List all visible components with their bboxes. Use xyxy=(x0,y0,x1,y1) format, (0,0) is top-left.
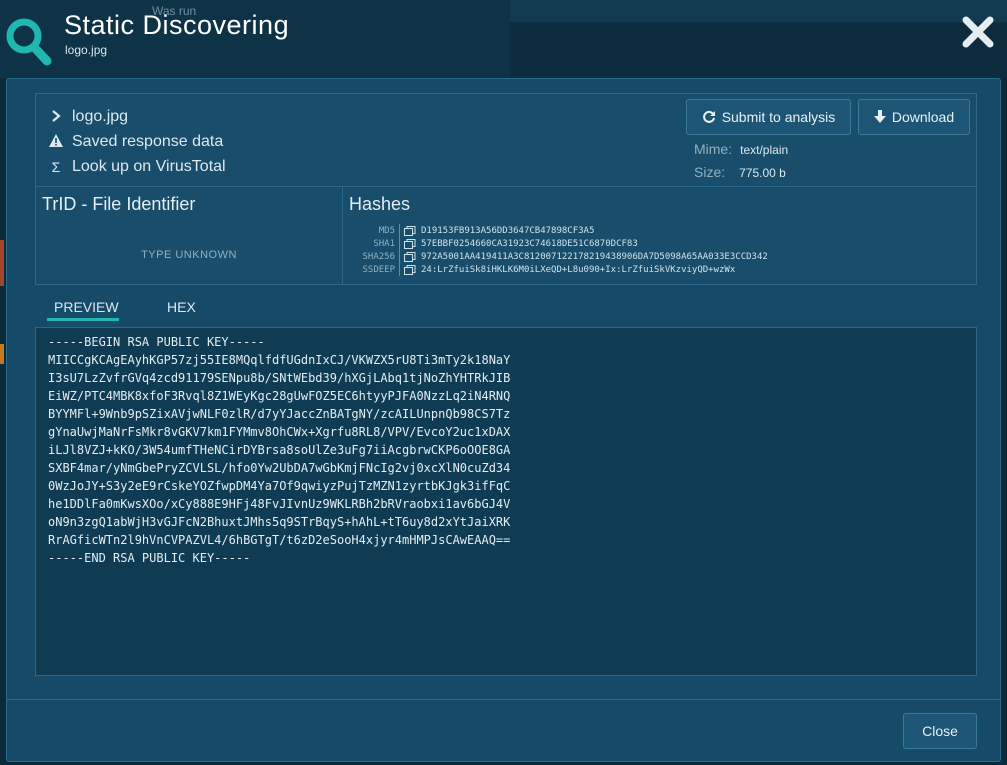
hashes-panel: Hashes MD5 D19153FB913A56DD3647CB47898CF… xyxy=(342,186,977,285)
close-button[interactable]: Close xyxy=(903,713,977,749)
saved-response-row[interactable]: Saved response data xyxy=(48,133,223,151)
hash-divider xyxy=(399,224,400,237)
copy-icon[interactable] xyxy=(404,225,416,236)
submit-to-analysis-label: Submit to analysis xyxy=(721,109,836,125)
hash-key: SHA256 xyxy=(362,251,395,262)
hash-key: SHA1 xyxy=(373,238,395,249)
sigma-icon: Σ xyxy=(51,159,61,175)
hashes-title: Hashes xyxy=(349,194,411,214)
active-tab-indicator xyxy=(47,318,119,321)
hash-row-md5: MD5 D19153FB913A56DD3647CB47898CF3A5 xyxy=(343,224,976,237)
filename-row[interactable]: logo.jpg xyxy=(48,108,128,126)
hash-key: MD5 xyxy=(378,225,395,236)
copy-icon[interactable] xyxy=(404,238,416,249)
virustotal-link[interactable]: Σ Look up on VirusTotal xyxy=(48,158,226,176)
close-icon[interactable] xyxy=(960,14,996,50)
file-info-panel: logo.jpg Saved response data Σ Look up o… xyxy=(35,93,977,187)
hash-key: SSDEEP xyxy=(362,264,395,275)
mime-info: Mime: text/plain xyxy=(694,141,788,157)
modal-dialog: logo.jpg Saved response data Σ Look up o… xyxy=(6,78,1001,762)
background-sliver xyxy=(0,240,4,286)
hash-value: 57EBBF0254660CA31923C74618DE51C6870DCF83 xyxy=(421,238,638,249)
hash-value: 972A5001AA419411A3C812007122178219438906… xyxy=(421,251,768,262)
hash-divider xyxy=(399,237,400,250)
modal-title: Static Discovering xyxy=(64,10,290,40)
modal-subtitle: logo.jpg xyxy=(65,43,108,57)
download-button[interactable]: Download xyxy=(858,99,970,135)
copy-icon[interactable] xyxy=(404,264,416,275)
trid-panel: TrID - File Identifier TYPE UNKNOWN xyxy=(35,186,343,285)
hash-divider xyxy=(399,263,400,276)
mime-label: Mime: xyxy=(694,141,733,157)
hash-row-ssdeep: SSDEEP 24:LrZfuiSk8iHKLK6M0iLXeQD+L8u090… xyxy=(343,263,976,276)
trid-result: TYPE UNKNOWN xyxy=(141,249,237,261)
file-preview-content[interactable]: -----BEGIN RSA PUBLIC KEY----- MIICCgKCA… xyxy=(35,327,977,676)
hash-value: D19153FB913A56DD3647CB47898CF3A5 xyxy=(421,225,595,236)
size-label: Size: xyxy=(694,164,726,180)
hash-list: MD5 D19153FB913A56DD3647CB47898CF3A5 SHA… xyxy=(343,224,976,276)
warning-icon xyxy=(48,134,64,150)
modal-header: Static Discovering logo.jpg xyxy=(0,0,1007,78)
tab-preview[interactable]: PREVIEW xyxy=(54,299,119,315)
search-icon xyxy=(6,18,52,66)
size-value: 775.00 b xyxy=(739,166,786,180)
footer-divider xyxy=(7,699,1000,700)
mime-value: text/plain xyxy=(740,143,789,157)
virustotal-label: Look up on VirusTotal xyxy=(72,158,226,175)
download-arrow-icon xyxy=(873,110,886,123)
submit-to-analysis-button[interactable]: Submit to analysis xyxy=(686,99,851,135)
download-label: Download xyxy=(891,109,955,125)
hash-row-sha256: SHA256 972A5001AA419411A3C81200712217821… xyxy=(343,250,976,263)
saved-response-label: Saved response data xyxy=(72,133,224,150)
refresh-icon xyxy=(702,110,715,123)
size-info: Size: 775.00 b xyxy=(694,164,786,180)
trid-title: TrID - File Identifier xyxy=(42,194,196,214)
chevron-right-icon xyxy=(48,109,64,125)
hash-divider xyxy=(399,250,400,263)
hash-row-sha1: SHA1 57EBBF0254660CA31923C74618DE51C6870… xyxy=(343,237,976,250)
background-sliver xyxy=(0,344,4,364)
filename-label: logo.jpg xyxy=(72,108,129,125)
copy-icon[interactable] xyxy=(404,251,416,262)
hash-value: 24:LrZfuiSk8iHKLK6M0iLXeQD+L8u090+Ix:LrZ… xyxy=(421,264,736,275)
tab-hex[interactable]: HEX xyxy=(167,299,196,315)
